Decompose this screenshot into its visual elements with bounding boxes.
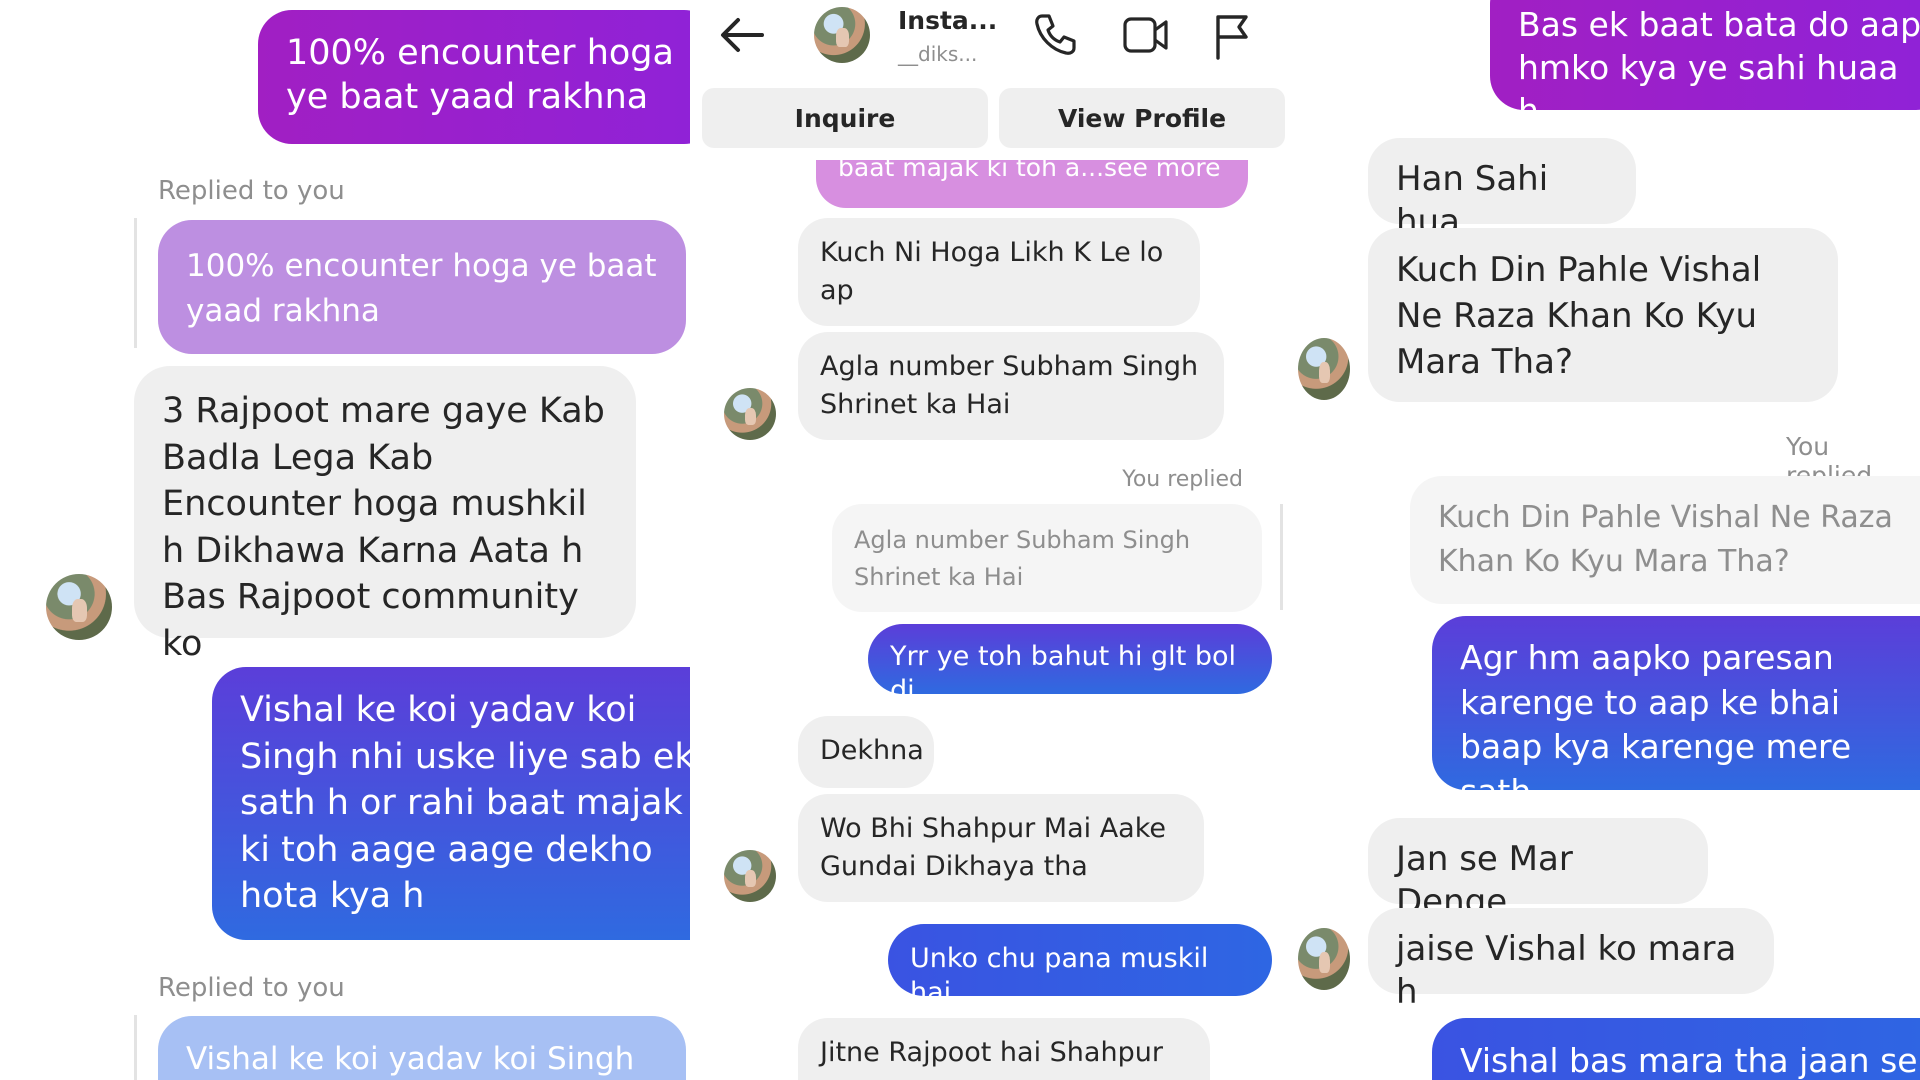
replied-to-you-label: Replied to you bbox=[158, 973, 345, 1003]
flag-icon bbox=[1216, 15, 1248, 60]
received-message[interactable]: Han Sahi hua bbox=[1368, 138, 1636, 242]
received-message[interactable]: Jan se Mar Denge bbox=[1368, 818, 1708, 922]
sent-message[interactable]: Vishal ke koi yadav koi Singh nhi uske l… bbox=[212, 667, 690, 940]
contact-avatar[interactable] bbox=[724, 388, 776, 440]
received-message[interactable]: Wo Bhi Shahpur Mai Aake Gundai Dikhaya t… bbox=[798, 794, 1204, 902]
sent-message[interactable]: Yrr ye toh bahut hi glt bol di bbox=[868, 624, 1272, 706]
received-message[interactable]: Kuch Ni Hoga Likh K Le lo ap bbox=[798, 218, 1200, 326]
sent-message[interactable]: Unko chu pana muskil hai bbox=[888, 924, 1272, 1008]
message-text: Wo Bhi Shahpur Mai Aake Gundai Dikhaya t… bbox=[820, 813, 1167, 882]
contact-username: __diks... bbox=[898, 42, 978, 66]
received-message[interactable]: Agla number Subham Singh Shrinet ka Hai bbox=[798, 332, 1224, 440]
you-replied-label: You replied bbox=[1122, 467, 1243, 492]
message-text: jaise Vishal ko mara h bbox=[1396, 929, 1737, 1012]
quoted-message[interactable]: 100% encounter hoga ye baat yaad rakhna bbox=[158, 220, 686, 354]
message-text: Kuch Din Pahle Vishal Ne Raza Khan Ko Ky… bbox=[1396, 250, 1762, 382]
video-call-button[interactable] bbox=[1122, 14, 1170, 56]
received-message[interactable]: 3 Rajpoot mare gaye Kab Badla Lega Kab E… bbox=[134, 366, 636, 664]
arrow-left-icon bbox=[721, 18, 764, 52]
message-text: Agr hm aapko paresan karenge to aap ke b… bbox=[1460, 638, 1852, 811]
view-profile-button[interactable]: View Profile bbox=[999, 88, 1285, 148]
reply-indicator-line bbox=[1280, 504, 1283, 610]
quoted-message[interactable]: Agla number Subham Singh Shrinet ka Hai bbox=[832, 504, 1262, 612]
received-message[interactable]: jaise Vishal ko mara h bbox=[1368, 908, 1774, 1012]
message-text: 3 Rajpoot mare gaye Kab Badla Lega Kab E… bbox=[162, 391, 605, 664]
message-text: 100% encounter hoga ye baat yaad rakhna bbox=[286, 33, 674, 117]
replied-to-you-label: Replied to you bbox=[158, 176, 345, 206]
partial-sent-message[interactable]: baat majak ki toh a...see more bbox=[816, 160, 1248, 208]
quoted-message[interactable]: Vishal ke koi yadav koi Singh nhi bbox=[158, 1016, 686, 1080]
message-text: Dekhna bbox=[820, 735, 924, 766]
message-text: Bas ek baat bata do aap hmko kya ye sahi… bbox=[1518, 5, 1920, 130]
quoted-message[interactable]: Kuch Din Pahle Vishal Ne Raza Khan Ko Ky… bbox=[1410, 476, 1920, 604]
sent-message[interactable]: Bas ek baat bata do aap hmko kya ye sahi… bbox=[1490, 0, 1920, 130]
phone-icon bbox=[1035, 14, 1076, 55]
middle-chat-screenshot: Insta... __diks... Inquire View Profile … bbox=[690, 0, 1290, 1080]
quoted-text: Agla number Subham Singh Shrinet ka Hai bbox=[854, 526, 1191, 592]
sent-message[interactable]: Vishal bas mara tha jaan se bbox=[1432, 1018, 1920, 1080]
contact-avatar[interactable] bbox=[46, 574, 112, 640]
inquire-button[interactable]: Inquire bbox=[702, 88, 988, 148]
quoted-text: Kuch Din Pahle Vishal Ne Raza Khan Ko Ky… bbox=[1438, 500, 1893, 580]
contact-avatar[interactable] bbox=[1298, 338, 1350, 400]
message-text: Jitne Rajpoot hai Shahpur bbox=[820, 1037, 1163, 1068]
message-text: Yrr ye toh bahut hi glt bol di bbox=[890, 641, 1237, 706]
back-button[interactable] bbox=[718, 12, 766, 58]
message-text: baat majak ki toh a...see more bbox=[838, 160, 1221, 182]
reply-indicator-line bbox=[134, 218, 137, 348]
header-avatar[interactable] bbox=[814, 7, 870, 63]
received-message[interactable]: Jitne Rajpoot hai Shahpur bbox=[798, 1018, 1210, 1080]
reply-indicator-line bbox=[134, 1015, 137, 1080]
message-text: Kuch Ni Hoga Likh K Le lo ap bbox=[820, 237, 1164, 306]
received-message[interactable]: Dekhna bbox=[798, 716, 934, 788]
call-button[interactable] bbox=[1032, 12, 1078, 58]
contact-name[interactable]: Insta... bbox=[898, 6, 997, 35]
report-button[interactable] bbox=[1212, 12, 1252, 60]
video-camera-icon bbox=[1123, 17, 1168, 53]
chat-header: Insta... __diks... Inquire View Profile bbox=[690, 0, 1290, 160]
right-chat-screenshot: Bas ek baat bata do aap hmko kya ye sahi… bbox=[1290, 0, 1920, 1080]
quoted-text: 100% encounter hoga ye baat yaad rakhna bbox=[186, 248, 657, 329]
quoted-text: Vishal ke koi yadav koi Singh nhi bbox=[186, 1041, 635, 1080]
message-text: Vishal bas mara tha jaan se bbox=[1460, 1041, 1918, 1080]
message-text: Agla number Subham Singh Shrinet ka Hai bbox=[820, 351, 1199, 420]
left-chat-screenshot: 100% encounter hoga ye baat yaad rakhna … bbox=[0, 0, 690, 1080]
contact-avatar[interactable] bbox=[1298, 928, 1350, 990]
message-text: Unko chu pana muskil hai bbox=[910, 943, 1209, 1008]
sent-message[interactable]: 100% encounter hoga ye baat yaad rakhna bbox=[258, 10, 690, 144]
message-text: Vishal ke koi yadav koi Singh nhi uske l… bbox=[240, 690, 690, 917]
received-message[interactable]: Kuch Din Pahle Vishal Ne Raza Khan Ko Ky… bbox=[1368, 228, 1838, 402]
contact-avatar[interactable] bbox=[724, 850, 776, 902]
sent-message[interactable]: Agr hm aapko paresan karenge to aap ke b… bbox=[1432, 616, 1920, 811]
